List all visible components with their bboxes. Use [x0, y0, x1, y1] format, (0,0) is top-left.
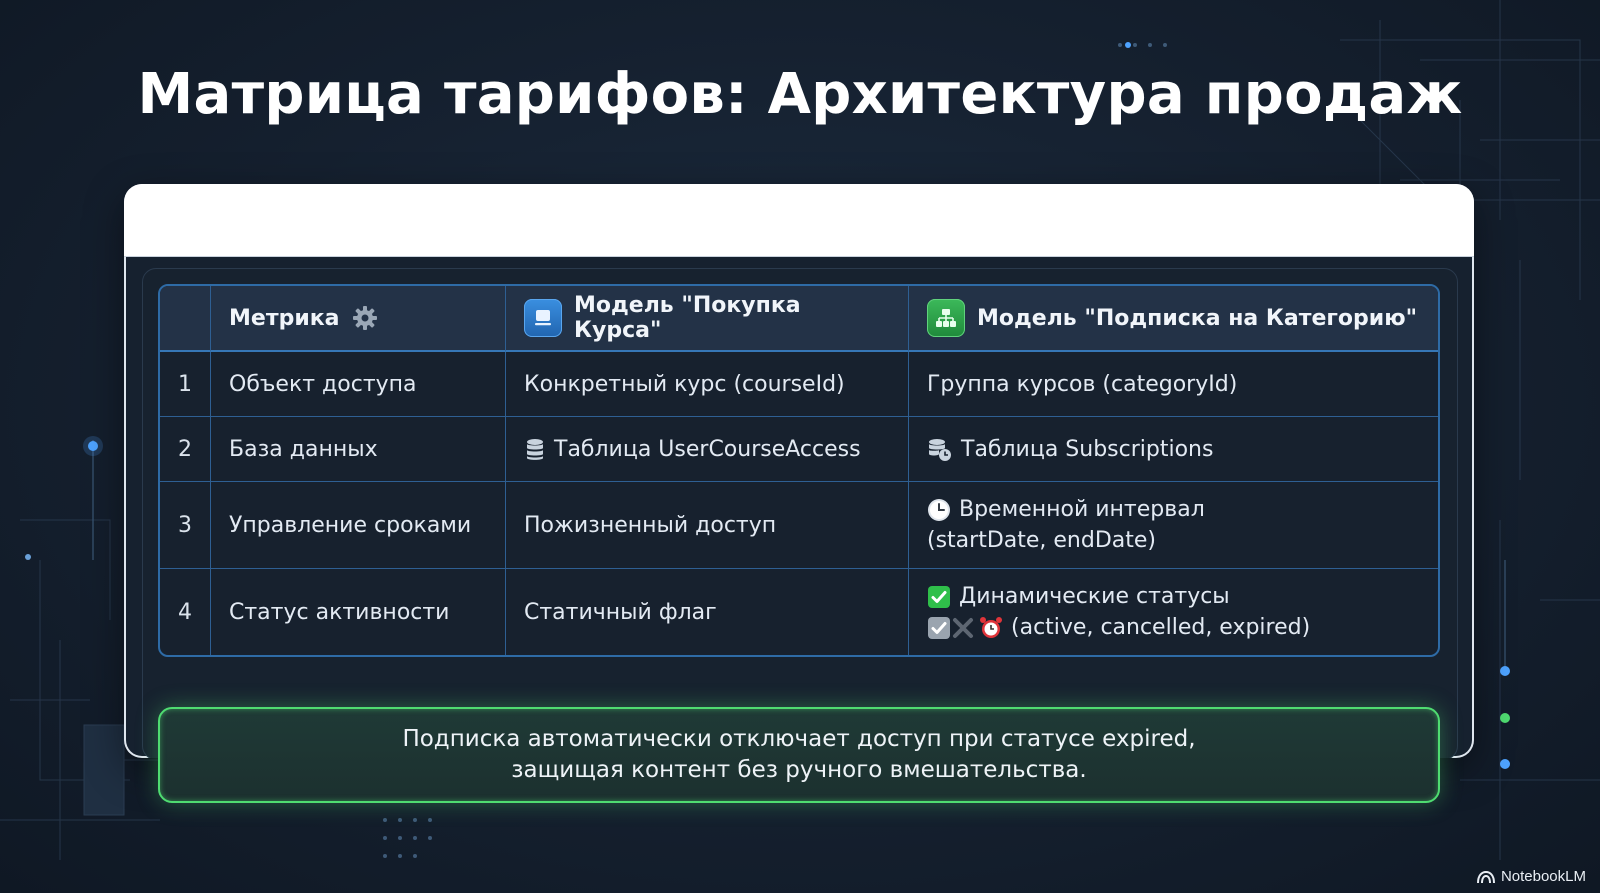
gear-icon [352, 306, 377, 330]
row-category-text-line2: (startDate, endDate) [927, 528, 1157, 553]
header-metric: Метрика [211, 286, 506, 352]
watermark-text: NotebookLM [1500, 868, 1586, 885]
card-header-bar [124, 184, 1474, 257]
table-row: 2 База данных Таблица UserCourseAccess Т… [160, 417, 1438, 482]
header-number-cell [160, 286, 211, 352]
row-metric: База данных [211, 417, 506, 482]
row-course-value: Статичный флаг [506, 569, 909, 655]
notebooklm-watermark: NotebookLM [1476, 868, 1586, 885]
notebooklm-logo-icon [1476, 870, 1495, 883]
row-category-value: Таблица Subscriptions [909, 417, 1438, 482]
monitor-icon [524, 299, 562, 337]
header-course-model: Модель "Покупка Курса" [506, 286, 909, 352]
row-course-value: Пожизненный доступ [506, 482, 909, 569]
row-metric: Статус активности [211, 569, 506, 655]
header-course-label: Модель "Покупка Курса" [574, 293, 801, 343]
row-category-text: Таблица Subscriptions [961, 436, 1214, 462]
table-row: 3 Управление сроками Пожизненный доступ … [160, 482, 1438, 569]
status-icons [928, 617, 1002, 639]
check-box-icon [928, 586, 950, 608]
row-category-text: Временной интервал [959, 497, 1205, 522]
clock-icon [928, 499, 950, 521]
header-metric-label: Метрика [229, 305, 340, 331]
database-icon [527, 438, 543, 460]
row-category-value: Динамические статусы (active, cancelled,… [909, 569, 1438, 655]
row-number: 1 [160, 352, 211, 417]
row-metric: Управление сроками [211, 482, 506, 569]
header-category-label: Модель "Подписка на Категорию" [977, 305, 1418, 331]
row-number: 4 [160, 569, 211, 655]
callout-line-1: Подписка автоматически отключает доступ … [402, 726, 1196, 752]
table-header-row: Метрика Модель "Покупка Курса" Модель "П… [160, 286, 1438, 352]
page-title: Матрица тарифов: Архитектура продаж [137, 62, 1463, 127]
database-clock-icon [929, 438, 951, 461]
row-metric: Объект доступа [211, 352, 506, 417]
table-row: 4 Статус активности Статичный флаг Динам… [160, 569, 1438, 655]
row-category-text: Группа курсов (categoryId) [927, 371, 1238, 397]
row-category-text-line2: (active, cancelled, expired) [1011, 615, 1311, 640]
row-course-value: Таблица UserCourseAccess [506, 417, 909, 482]
cross-icon [953, 618, 973, 638]
callout-line-2: защищая контент без ручного вмешательств… [511, 757, 1087, 783]
tariff-matrix-table: Метрика Модель "Покупка Курса" Модель "П… [158, 284, 1440, 657]
row-number: 3 [160, 482, 211, 569]
row-number: 2 [160, 417, 211, 482]
row-category-value: Временной интервал (startDate, endDate) [909, 482, 1438, 569]
row-course-text: Таблица UserCourseAccess [554, 436, 861, 462]
header-category-model: Модель "Подписка на Категорию" [909, 286, 1438, 352]
summary-callout: Подписка автоматически отключает доступ … [158, 707, 1440, 803]
row-category-value: Группа курсов (categoryId) [909, 352, 1438, 417]
row-category-text: Динамические статусы [959, 584, 1230, 609]
grey-check-icon [928, 617, 950, 639]
hierarchy-icon [927, 299, 965, 337]
table-row: 1 Объект доступа Конкретный курс (course… [160, 352, 1438, 417]
alarm-clock-icon [980, 617, 1002, 638]
row-course-value: Конкретный курс (courseId) [506, 352, 909, 417]
